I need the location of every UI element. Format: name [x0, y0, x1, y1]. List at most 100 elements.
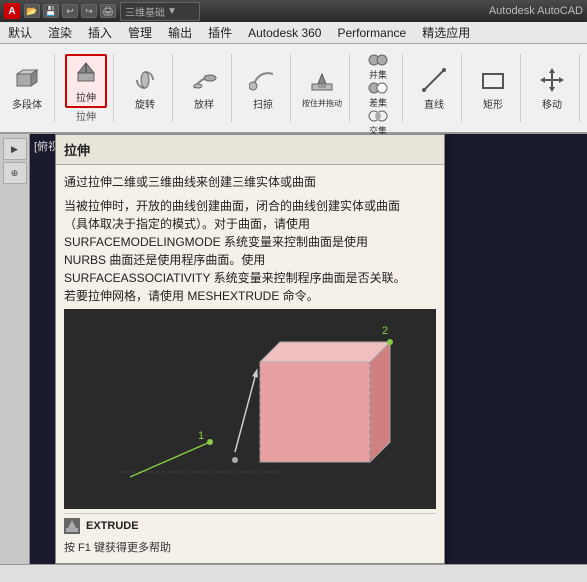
tool-group-rect: 矩形 [472, 54, 521, 122]
tool-union[interactable]: 并集 [360, 54, 396, 80]
print-icon[interactable]: 🖨 [100, 4, 116, 18]
tool-polysolid[interactable]: 多段体 [6, 61, 48, 115]
union-icon [368, 53, 388, 67]
loft-icon [190, 66, 218, 94]
title-bar: A 📂 💾 ↩ ↪ 🖨 三维基础 ▼ Autodesk AutoCAD [0, 0, 587, 22]
command-icon [64, 518, 80, 534]
line-buttons: 直线 [413, 54, 455, 122]
rect-buttons: 矩形 [472, 54, 514, 122]
left-tool-2[interactable]: ⊕ [3, 162, 27, 184]
left-tool-1[interactable]: ▶ [3, 138, 27, 160]
extrude-group-label: 拉伸 [76, 108, 96, 123]
tooltip-line5: SURFACEASSOCIATIVITY 系统变量来控制程序曲面是否关联。 [64, 271, 406, 285]
main-area: ▶ ⊕ [俯视]二维 拉伸 通过拉伸二维或三维曲线来创建三维实体或曲面 当被拉伸… [0, 134, 587, 564]
title-bar-left: A 📂 💾 ↩ ↪ 🖨 三维基础 ▼ [4, 2, 200, 21]
tooltip-footer: EXTRUDE [64, 513, 436, 536]
presspull-icon [308, 68, 336, 96]
polysolid-label: 多段体 [12, 96, 42, 111]
union-label: 并集 [369, 68, 387, 81]
tooltip-line1: 当被拉伸时，开放的曲线创建曲面，闭合的曲线创建实体或曲面 [64, 199, 400, 213]
menu-item-default[interactable]: 默认 [0, 22, 40, 43]
tooltip-diagram: 1 2 [64, 309, 436, 509]
tooltip-help: 按 F1 键获得更多帮助 [64, 539, 436, 555]
menu-item-output[interactable]: 输出 [160, 22, 200, 43]
svg-text:1: 1 [198, 430, 204, 442]
tool-subtract[interactable]: 差集 [360, 82, 396, 108]
tool-loft[interactable]: 放样 [183, 61, 225, 115]
extrude-icon [72, 59, 100, 87]
command-name: EXTRUDE [86, 520, 139, 532]
tooltip-line6: 若要拉伸网格，请使用 MESHEXTRUDE 命令。 [64, 289, 319, 303]
menu-item-a360[interactable]: Autodesk 360 [240, 22, 329, 43]
menu-item-render[interactable]: 渲染 [40, 22, 80, 43]
menu-item-plugins[interactable]: 插件 [200, 22, 240, 43]
tool-group-buttons: 多段体 [6, 54, 48, 122]
tooltip-line2: （具体取决于指定的模式）。对于曲面，请使用 [64, 217, 310, 231]
menu-bar: 默认 渲染 插入 管理 输出 插件 Autodesk 360 Performan… [0, 22, 587, 44]
tool-group-move: 移动 [531, 54, 580, 122]
ribbon-content: 多段体 拉伸 拉伸 [0, 44, 587, 132]
line-icon [420, 66, 448, 94]
tool-intersect[interactable]: 交集 [360, 110, 396, 136]
svg-text:2: 2 [382, 325, 388, 337]
subtract-icon [368, 81, 388, 95]
tooltip-short-desc: 通过拉伸二维或三维曲线来创建三维实体或曲面 [64, 173, 436, 191]
status-bar [0, 564, 587, 582]
left-panel: ▶ ⊕ [0, 134, 30, 564]
intersect-icon [368, 109, 388, 123]
open-icon[interactable]: 📂 [24, 4, 40, 18]
canvas-area: [俯视]二维 拉伸 通过拉伸二维或三维曲线来创建三维实体或曲面 当被拉伸时，开放… [30, 134, 587, 564]
line-label: 直线 [424, 96, 444, 111]
save-icon[interactable]: 💾 [43, 4, 59, 18]
menu-item-manage[interactable]: 管理 [120, 22, 160, 43]
tooltip-line3: SURFACEMODELINGMODE 系统变量来控制曲面是使用 [64, 235, 368, 249]
rect-label: 矩形 [483, 96, 503, 111]
menu-item-featured[interactable]: 精选应用 [414, 22, 478, 43]
tool-sweep[interactable]: 扫掠 [242, 61, 284, 115]
tooltip-line4: NURBS 曲面还是使用程序曲面。使用 [64, 253, 265, 267]
undo-icon[interactable]: ↩ [62, 4, 78, 18]
revolve-icon [131, 66, 159, 94]
app-title: Autodesk AutoCAD [489, 5, 583, 17]
tool-group-line: 直线 [413, 54, 462, 122]
workspace-label: 三维基础 [125, 4, 165, 19]
loft-buttons: 放样 [183, 54, 225, 122]
rect-icon [479, 66, 507, 94]
loft-label: 放样 [194, 96, 214, 111]
tool-group-polysolid: 多段体 [6, 54, 55, 122]
sweep-icon [249, 66, 277, 94]
tool-group-presspull: 按住并拖动 [301, 54, 350, 122]
revolve-buttons: 旋转 [124, 54, 166, 122]
tooltip-popup: 拉伸 通过拉伸二维或三维曲线来创建三维实体或曲面 当被拉伸时，开放的曲线创建曲面… [55, 134, 445, 564]
tool-move[interactable]: 移动 [531, 61, 573, 115]
sweep-buttons: 扫掠 [242, 54, 284, 122]
move-icon [538, 66, 566, 94]
tool-line[interactable]: 直线 [413, 61, 455, 115]
tool-group-loft: 放样 [183, 54, 232, 122]
tool-rect[interactable]: 矩形 [472, 61, 514, 115]
polysolid-icon [13, 66, 41, 94]
revolve-label: 旋转 [135, 96, 155, 111]
redo-icon[interactable]: ↪ [81, 4, 97, 18]
tool-presspull[interactable]: 按住并拖动 [301, 61, 343, 115]
sweep-label: 扫掠 [253, 96, 273, 111]
tool-group-extrude: 拉伸 拉伸 [65, 54, 114, 122]
tool-group-revolve: 旋转 [124, 54, 173, 122]
tool-group-sweep: 扫掠 [242, 54, 291, 122]
menu-item-insert[interactable]: 插入 [80, 22, 120, 43]
move-label: 移动 [542, 96, 562, 111]
tool-extrude[interactable]: 拉伸 [65, 54, 107, 108]
extrude-buttons: 拉伸 [65, 54, 107, 108]
ribbon: 多段体 拉伸 拉伸 [0, 44, 587, 134]
tooltip-detail: 当被拉伸时，开放的曲线创建曲面，闭合的曲线创建实体或曲面 （具体取决于指定的模式… [64, 197, 436, 305]
workspace-dropdown-icon: ▼ [167, 6, 177, 17]
tool-revolve[interactable]: 旋转 [124, 61, 166, 115]
tooltip-title: 拉伸 [56, 135, 444, 165]
subtract-label: 差集 [369, 96, 387, 109]
boolean-buttons: 并集 差集 [360, 54, 396, 136]
presspull-label: 按住并拖动 [302, 98, 342, 109]
tooltip-body: 通过拉伸二维或三维曲线来创建三维实体或曲面 当被拉伸时，开放的曲线创建曲面，闭合… [56, 165, 444, 563]
app-logo: A [4, 3, 20, 19]
workspace-selector[interactable]: 三维基础 ▼ [120, 2, 200, 21]
menu-item-performance[interactable]: Performance [329, 22, 414, 43]
